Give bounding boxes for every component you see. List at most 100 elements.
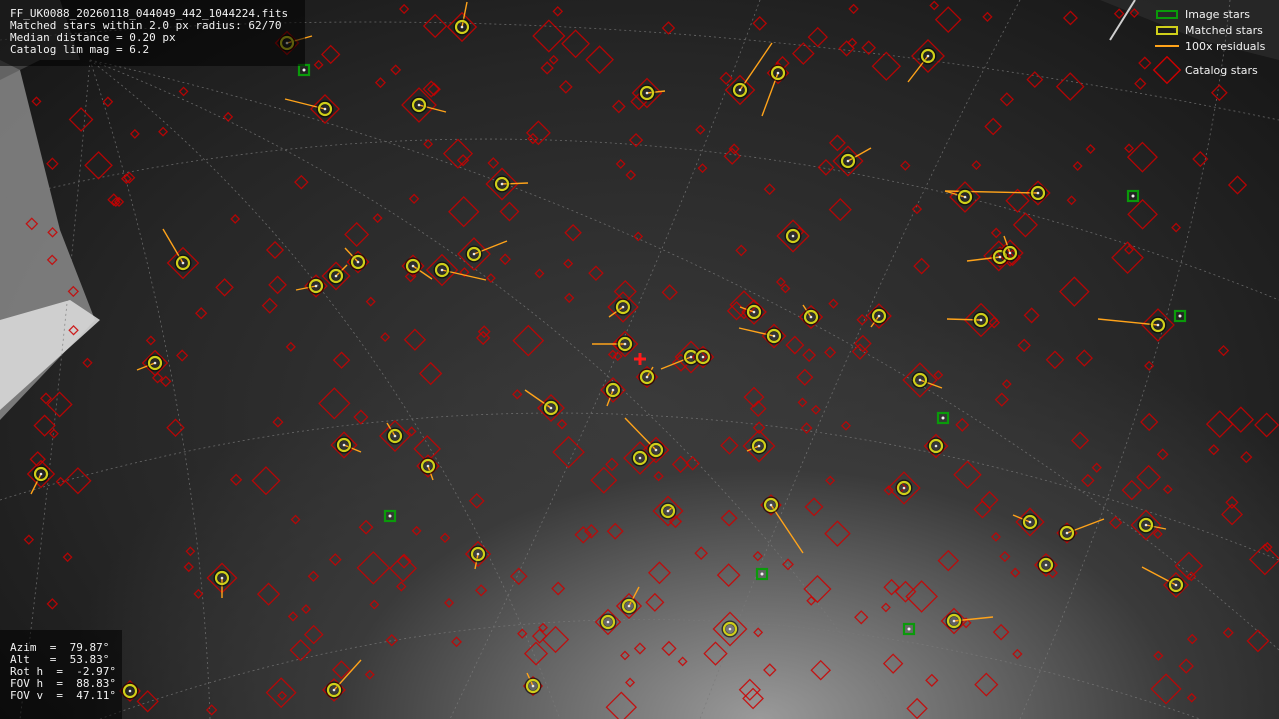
residual-line — [739, 42, 773, 91]
catalog-star — [677, 656, 688, 667]
matched-star — [453, 18, 471, 36]
matched-star — [410, 96, 428, 114]
catalog-star — [605, 691, 638, 719]
catalog-star — [804, 497, 824, 517]
catalog-star — [695, 124, 706, 135]
matched-star — [349, 253, 367, 271]
catalog-star — [1066, 195, 1077, 206]
catalog-star — [474, 584, 488, 597]
fov-vertical-text: FOV v = 47.11° — [10, 689, 116, 702]
catalog-star — [183, 561, 194, 573]
catalog-star — [31, 96, 42, 107]
catalog-star — [990, 227, 1002, 239]
catalog-star — [353, 409, 369, 425]
matched-star — [404, 257, 422, 275]
catalog-star — [982, 11, 993, 23]
catalog-star — [1072, 161, 1083, 172]
catalog-star — [1091, 462, 1102, 473]
catalog-star — [824, 346, 837, 359]
catalog-star — [661, 21, 676, 35]
catalog-star — [753, 627, 764, 638]
catalog-star — [796, 368, 814, 386]
catalog-star — [1150, 673, 1182, 705]
catalog-star — [129, 128, 140, 139]
catalog-star — [321, 44, 341, 65]
legend-label-image-stars: Image stars — [1185, 7, 1250, 21]
catalog-star — [1240, 451, 1253, 464]
catalog-star — [953, 460, 982, 490]
pointing-info-panel: Azim = 79.87° Alt = 53.83° Rot h = -2.97° F… — [0, 630, 122, 719]
catalog-star — [828, 197, 852, 222]
catalog-star — [1138, 56, 1152, 70]
matched-star — [433, 261, 451, 279]
matched-star — [769, 64, 787, 82]
matched-star — [614, 298, 632, 316]
matched-star — [659, 502, 677, 520]
catalog-star — [1178, 658, 1194, 674]
catalog-star — [318, 387, 351, 420]
matched-star — [945, 612, 963, 630]
matched-star — [638, 84, 656, 102]
catalog-star — [763, 663, 777, 677]
matched-star — [638, 368, 656, 386]
catalog-star — [625, 677, 636, 688]
catalog-star — [396, 581, 407, 592]
catalog-star — [277, 690, 288, 701]
catalog-star — [215, 278, 234, 297]
catalog-star — [548, 54, 559, 65]
catalog-star — [1001, 379, 1012, 389]
catalog-star — [1124, 143, 1134, 154]
catalog-star — [523, 641, 549, 666]
catalog-star — [372, 213, 383, 224]
matched-star — [1021, 513, 1039, 531]
catalog-star — [411, 525, 422, 536]
matched-star — [174, 254, 192, 272]
catalog-star — [828, 134, 846, 152]
matched-star — [599, 613, 617, 631]
catalog-star — [230, 214, 241, 224]
catalog-star — [1121, 479, 1142, 501]
catalog-star — [272, 416, 284, 428]
catalog-star — [563, 258, 574, 269]
catalog-star — [374, 77, 386, 89]
catalog-star — [1012, 212, 1039, 238]
catalog-star — [1186, 692, 1197, 703]
catalog-star — [1162, 484, 1173, 495]
catalog-star — [166, 418, 185, 437]
matched-star — [927, 437, 945, 455]
catalog-star — [344, 221, 370, 247]
catalog-star — [735, 244, 748, 257]
catalog-star — [620, 650, 630, 661]
catalog-star — [694, 546, 708, 560]
catalog-star — [294, 174, 309, 190]
catalog-star — [1127, 198, 1158, 230]
matched-star — [419, 457, 437, 475]
catalog-star — [1205, 410, 1234, 438]
matched-star — [542, 399, 560, 417]
catalog-star — [1113, 8, 1125, 20]
catalog-star — [540, 61, 554, 75]
catalog-star — [102, 96, 114, 108]
catalog-star — [205, 704, 218, 716]
catalog-star — [1108, 515, 1123, 530]
legend-image-stars: Image stars — [1153, 6, 1271, 22]
catalog-star — [1055, 72, 1085, 101]
catalog-star — [1059, 276, 1090, 307]
catalog-star — [775, 277, 786, 287]
catalog-star — [752, 550, 763, 562]
catalog-star — [1071, 431, 1090, 450]
catalog-star — [158, 126, 169, 137]
catalog-star — [848, 3, 859, 15]
catalog-star — [477, 325, 491, 339]
matched-star — [616, 335, 634, 353]
catalog-star — [1208, 444, 1220, 456]
matched-star — [694, 348, 712, 366]
catalog-star — [552, 6, 564, 17]
catalog-star — [301, 604, 311, 615]
catalog-star — [389, 554, 418, 583]
catalog-star — [645, 592, 665, 612]
catalog-stars-layer — [23, 0, 1279, 719]
matched-star — [1167, 576, 1185, 594]
catalog-star — [791, 42, 815, 65]
catalog-star — [1171, 222, 1182, 233]
